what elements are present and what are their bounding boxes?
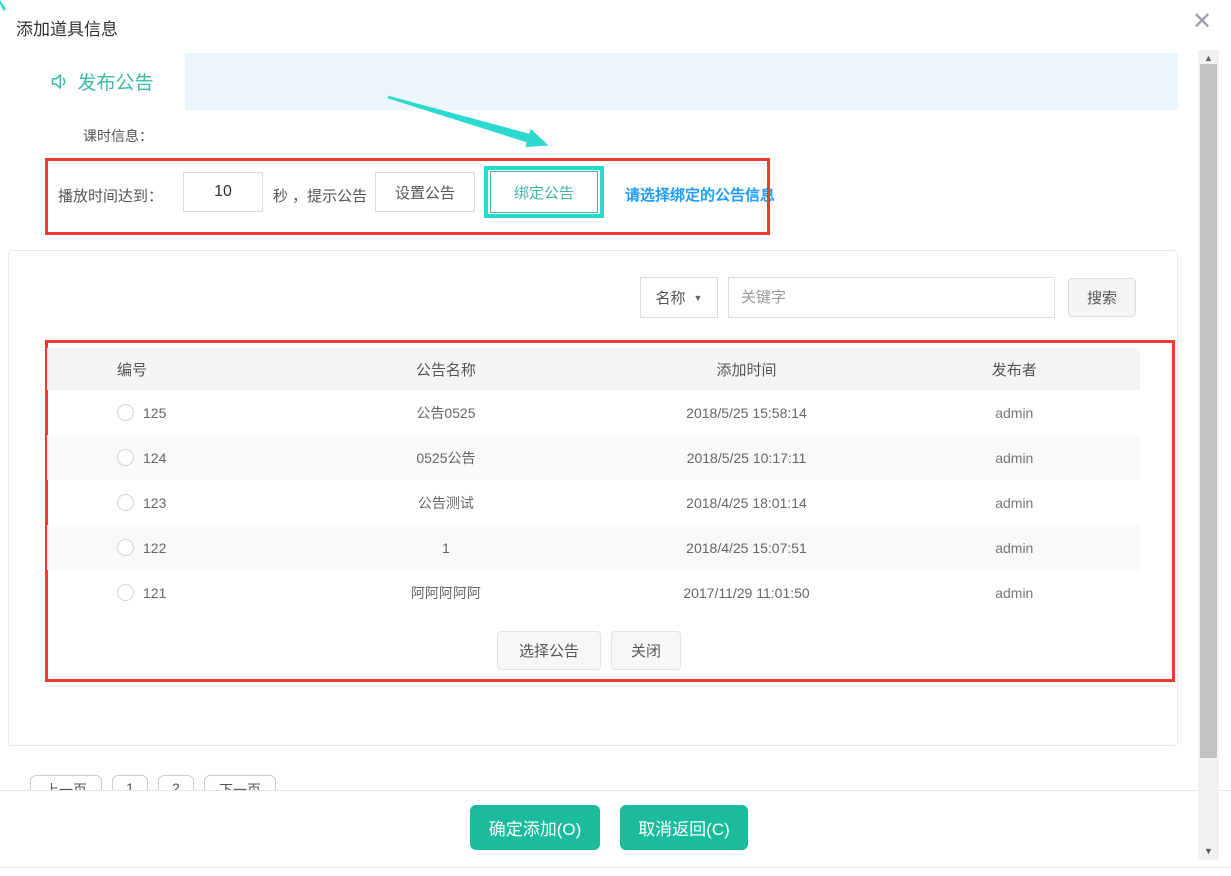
bottom-divider xyxy=(0,867,1231,868)
viewport-divider xyxy=(0,790,1231,791)
annotation-arrow-head xyxy=(525,129,548,147)
table-row[interactable]: 124 0525公告 2018/5/25 10:17:11 admin xyxy=(47,435,1140,480)
row-radio[interactable] xyxy=(117,539,134,556)
page-1-button[interactable]: 1 xyxy=(112,775,148,790)
tab-publish-announcement[interactable]: 发布公告 xyxy=(18,53,185,110)
row-publisher: admin xyxy=(889,495,1140,511)
row-radio[interactable] xyxy=(117,494,134,511)
search-button[interactable]: 搜索 xyxy=(1068,278,1136,317)
table-row[interactable]: 123 公告测试 2018/4/25 18:01:14 admin xyxy=(47,480,1140,525)
table-row[interactable]: 121 阿阿阿阿阿 2017/11/29 11:01:50 admin xyxy=(47,570,1140,615)
search-field-value: 名称 xyxy=(656,287,686,308)
select-announcement-button[interactable]: 选择公告 xyxy=(497,631,601,670)
row-publisher: admin xyxy=(889,540,1140,556)
row-name: 阿阿阿阿阿 xyxy=(287,583,604,603)
tab-label: 发布公告 xyxy=(77,68,153,95)
row-time: 2018/5/25 15:58:14 xyxy=(604,405,888,421)
bind-announcement-button[interactable]: 绑定公告 xyxy=(490,171,598,213)
row-publisher: admin xyxy=(889,450,1140,466)
table-body: 125 公告0525 2018/5/25 15:58:14 admin 124 … xyxy=(47,390,1140,615)
table-header: 编号 公告名称 添加时间 发布者 xyxy=(47,348,1140,390)
cancel-return-button[interactable]: 取消返回(C) xyxy=(620,805,748,850)
row-name: 公告0525 xyxy=(287,403,604,423)
next-page-button[interactable]: 下一页 xyxy=(204,775,276,790)
keyword-input[interactable] xyxy=(728,277,1055,318)
page-title: 添加道具信息 xyxy=(16,15,118,40)
scrollbar-thumb[interactable] xyxy=(1200,64,1217,758)
row-name: 0525公告 xyxy=(287,448,604,468)
row-name: 1 xyxy=(287,540,604,556)
table-row[interactable]: 125 公告0525 2018/5/25 15:58:14 admin xyxy=(47,390,1140,435)
speaker-icon xyxy=(49,71,70,92)
row-time: 2017/11/29 11:01:50 xyxy=(604,585,888,601)
prev-page-button[interactable]: 上一页 xyxy=(30,775,102,790)
pagination: 上一页 1 2 下一页 xyxy=(0,775,1231,790)
close-icon[interactable]: ✕ xyxy=(1192,10,1212,34)
row-publisher: admin xyxy=(889,585,1140,601)
row-radio[interactable] xyxy=(117,584,134,601)
table-row[interactable]: 122 1 2018/4/25 15:07:51 admin xyxy=(47,525,1140,570)
row-id: 122 xyxy=(143,540,166,556)
row-time: 2018/5/25 10:17:11 xyxy=(604,450,888,466)
red-annotation-box-config xyxy=(45,158,770,235)
cyan-highlight-box: 绑定公告 xyxy=(484,166,604,218)
confirm-add-button[interactable]: 确定添加(O) xyxy=(470,805,600,850)
row-id: 125 xyxy=(143,405,166,421)
row-radio[interactable] xyxy=(117,449,134,466)
tab-bar: 发布公告 xyxy=(18,53,1178,110)
header-time: 添加时间 xyxy=(604,359,888,380)
header-name: 公告名称 xyxy=(287,359,604,380)
row-time: 2018/4/25 15:07:51 xyxy=(604,540,888,556)
row-id: 124 xyxy=(143,450,166,466)
chevron-down-icon: ▼ xyxy=(694,293,703,303)
corner-mark xyxy=(0,0,6,11)
row-id: 123 xyxy=(143,495,166,511)
header-publisher: 发布者 xyxy=(889,359,1140,380)
close-table-button[interactable]: 关闭 xyxy=(611,631,681,670)
page-2-button[interactable]: 2 xyxy=(158,775,194,790)
row-publisher: admin xyxy=(889,405,1140,421)
scrollbar-up-icon[interactable]: ▲ xyxy=(1198,51,1219,65)
row-name: 公告测试 xyxy=(287,493,604,513)
row-id: 121 xyxy=(143,585,166,601)
lesson-info-label: 课时信息： xyxy=(83,126,153,146)
row-time: 2018/4/25 18:01:14 xyxy=(604,495,888,511)
row-radio[interactable] xyxy=(117,404,134,421)
search-field-select[interactable]: 名称 ▼ xyxy=(640,277,718,318)
header-id: 编号 xyxy=(47,359,287,380)
scrollbar-down-icon[interactable]: ▼ xyxy=(1198,844,1219,858)
